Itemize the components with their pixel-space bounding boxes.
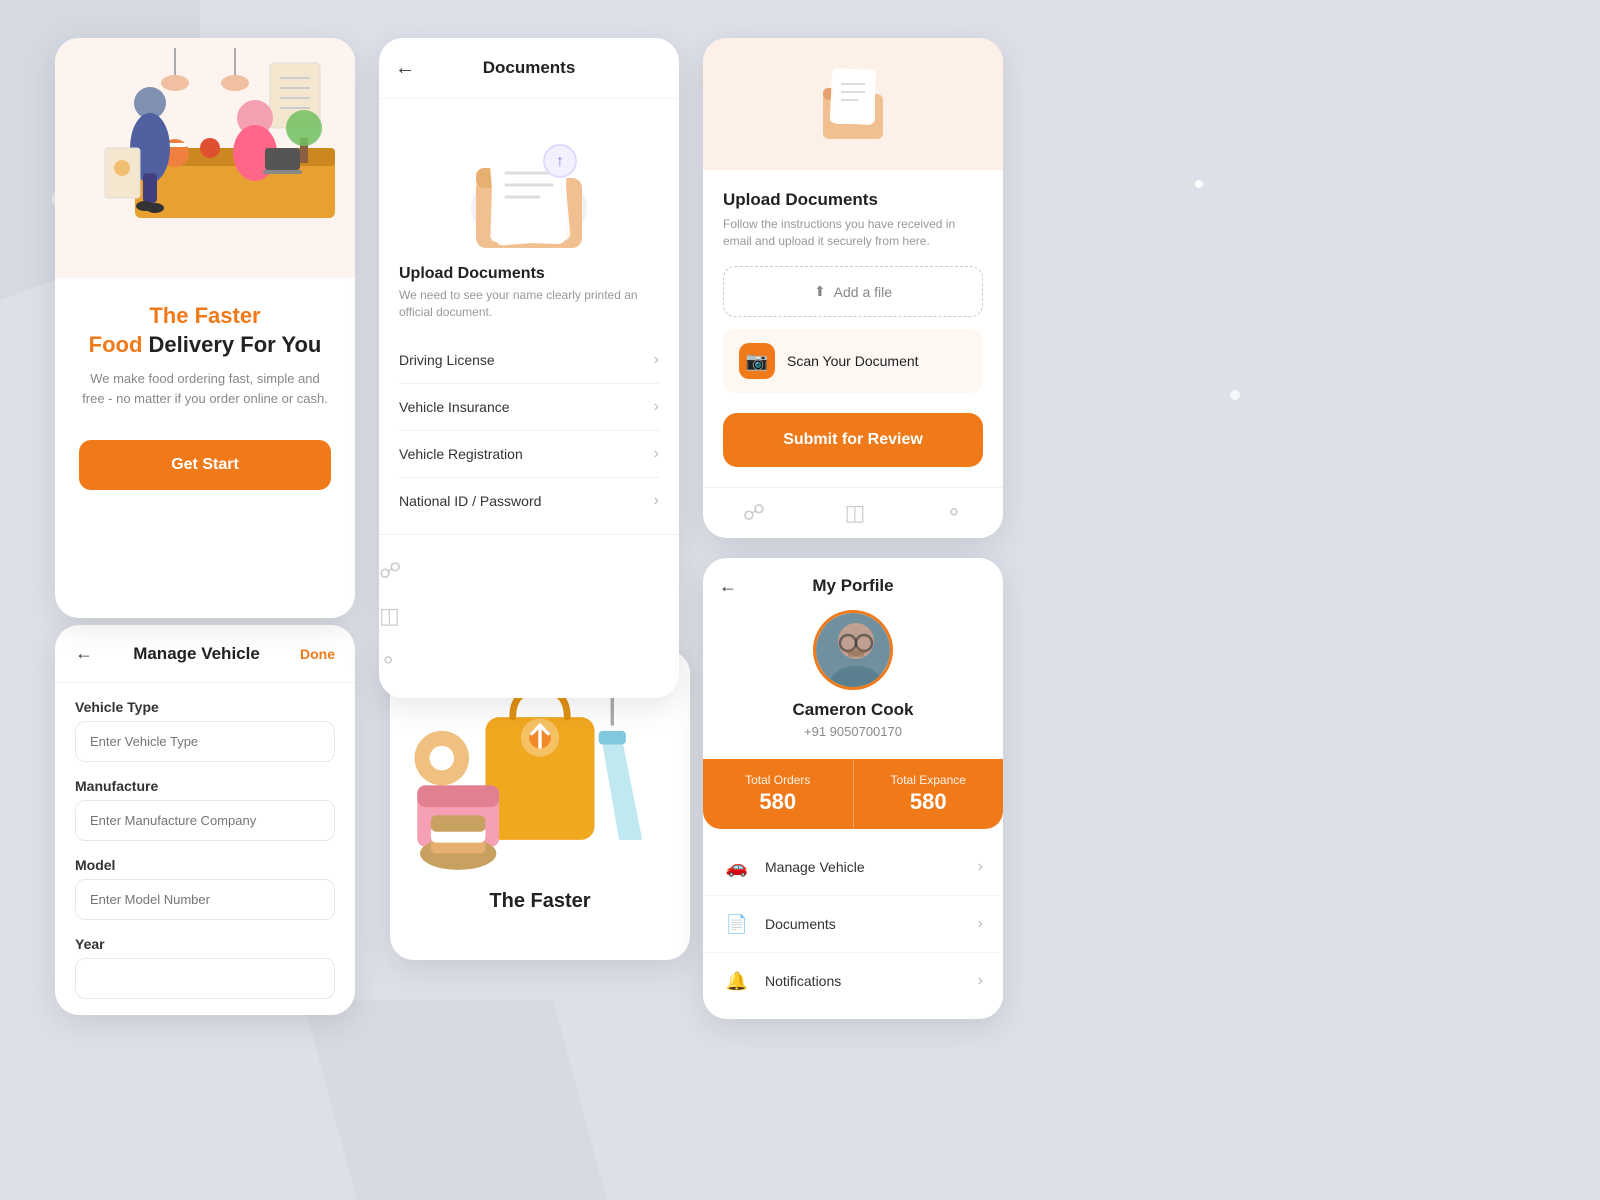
upload-bottom-nav: ☍ ◫ ⚬ [703, 487, 1003, 538]
nav-person-icon[interactable]: ⚬ [379, 648, 679, 674]
total-orders-value: 580 [703, 789, 853, 815]
total-expance-label: Total Expance [854, 773, 1004, 787]
doc-item-insurance[interactable]: Vehicle Insurance › [399, 384, 659, 431]
doc-item-national-id[interactable]: National ID / Password › [399, 478, 659, 524]
profile-phone: +91 9050700170 [804, 724, 902, 739]
svg-text:↑: ↑ [556, 153, 564, 170]
upload-docs-card: Upload Documents Follow the instructions… [703, 38, 1003, 538]
nav-wallet-icon[interactable]: ◫ [379, 603, 679, 629]
profile-name: Cameron Cook [793, 700, 914, 720]
profile-menu: 🚗 Manage Vehicle › 📄 Documents › 🔔 Notif… [703, 829, 1003, 1019]
profile-title: My Porfile [812, 576, 893, 596]
doc-folder-illustration: ↑ [379, 99, 679, 265]
documents-back-button[interactable]: ← [395, 57, 415, 80]
food-delivery-content: The Faster Food Delivery For You We make… [55, 278, 355, 586]
nav-person-icon2[interactable]: ⚬ [945, 500, 963, 526]
add-file-label: Add a file [834, 284, 892, 300]
chevron-right-icon: › [978, 972, 983, 990]
chevron-right-icon: › [654, 351, 659, 369]
nav-doc-icon2[interactable]: ☍ [743, 500, 765, 526]
documents-header: ← Documents [379, 38, 679, 99]
chevron-right-icon: › [654, 492, 659, 510]
chevron-right-icon: › [654, 398, 659, 416]
chevron-right-icon: › [978, 858, 983, 876]
docs-bottom-nav: ☍ ◫ ⚬ [379, 534, 679, 698]
upload-icon: ⬆ [814, 283, 826, 300]
profile-avatar-section: Cameron Cook +91 9050700170 [703, 610, 1003, 759]
docs-upload-title: Upload Documents [399, 265, 659, 283]
get-start-button[interactable]: Get Start [79, 440, 331, 490]
profile-stats: Total Orders 580 Total Expance 580 [703, 759, 1003, 829]
docs-upload-desc: We need to see your name clearly printed… [399, 287, 659, 321]
total-orders-label: Total Orders [703, 773, 853, 787]
add-file-button[interactable]: ⬆ Add a file [723, 266, 983, 317]
documents-title: Documents [483, 58, 576, 78]
food-delivery-desc: We make food ordering fast, simple and f… [79, 369, 331, 408]
menu-item-manage-vehicle[interactable]: 🚗 Manage Vehicle › [703, 839, 1003, 896]
menu-item-notifications[interactable]: 🔔 Notifications › [703, 953, 1003, 1009]
nav-wallet-icon2[interactable]: ◫ [845, 500, 866, 526]
food-illustration [55, 38, 355, 278]
total-orders-stat: Total Orders 580 [703, 759, 854, 829]
upload-top-illustration [703, 38, 1003, 170]
bell-icon: 🔔 [723, 967, 751, 995]
profile-back-button[interactable]: ← [719, 576, 737, 597]
food-delivery-heading: The Faster Food Delivery For You [89, 302, 322, 359]
avatar [813, 610, 893, 690]
total-expance-value: 580 [854, 789, 1004, 815]
docs-info: Upload Documents We need to see your nam… [379, 265, 679, 337]
profile-card: ← My Porfile [703, 558, 1003, 1019]
upload-body: Upload Documents Follow the instructions… [703, 170, 1003, 487]
profile-header: ← My Porfile [703, 558, 1003, 610]
scan-label: Scan Your Document [787, 353, 919, 369]
total-expance-stat: Total Expance 580 [854, 759, 1004, 829]
upload-title: Upload Documents [723, 190, 983, 210]
food-delivery-card: The Faster Food Delivery For You We make… [55, 38, 355, 618]
menu-notifications-label: Notifications [765, 973, 964, 989]
scan-document-button[interactable]: 📷 Scan Your Document [723, 329, 983, 393]
doc-item-registration[interactable]: Vehicle Registration › [399, 431, 659, 478]
doc-list: Driving License › Vehicle Insurance › Ve… [379, 337, 679, 524]
chevron-right-icon: › [978, 915, 983, 933]
document-icon: 📄 [723, 910, 751, 938]
menu-item-documents[interactable]: 📄 Documents › [703, 896, 1003, 953]
submit-review-button[interactable]: Submit for Review [723, 413, 983, 467]
chevron-right-icon: › [654, 445, 659, 463]
documents-card: ← Documents ↑ Upload Document [379, 38, 679, 698]
car-icon: 🚗 [723, 853, 751, 881]
nav-doc-icon[interactable]: ☍ [379, 558, 679, 584]
menu-documents-label: Documents [765, 916, 964, 932]
menu-manage-vehicle-label: Manage Vehicle [765, 859, 964, 875]
upload-desc: Follow the instructions you have receive… [723, 216, 983, 250]
doc-item-driving[interactable]: Driving License › [399, 337, 659, 384]
camera-icon: 📷 [739, 343, 775, 379]
